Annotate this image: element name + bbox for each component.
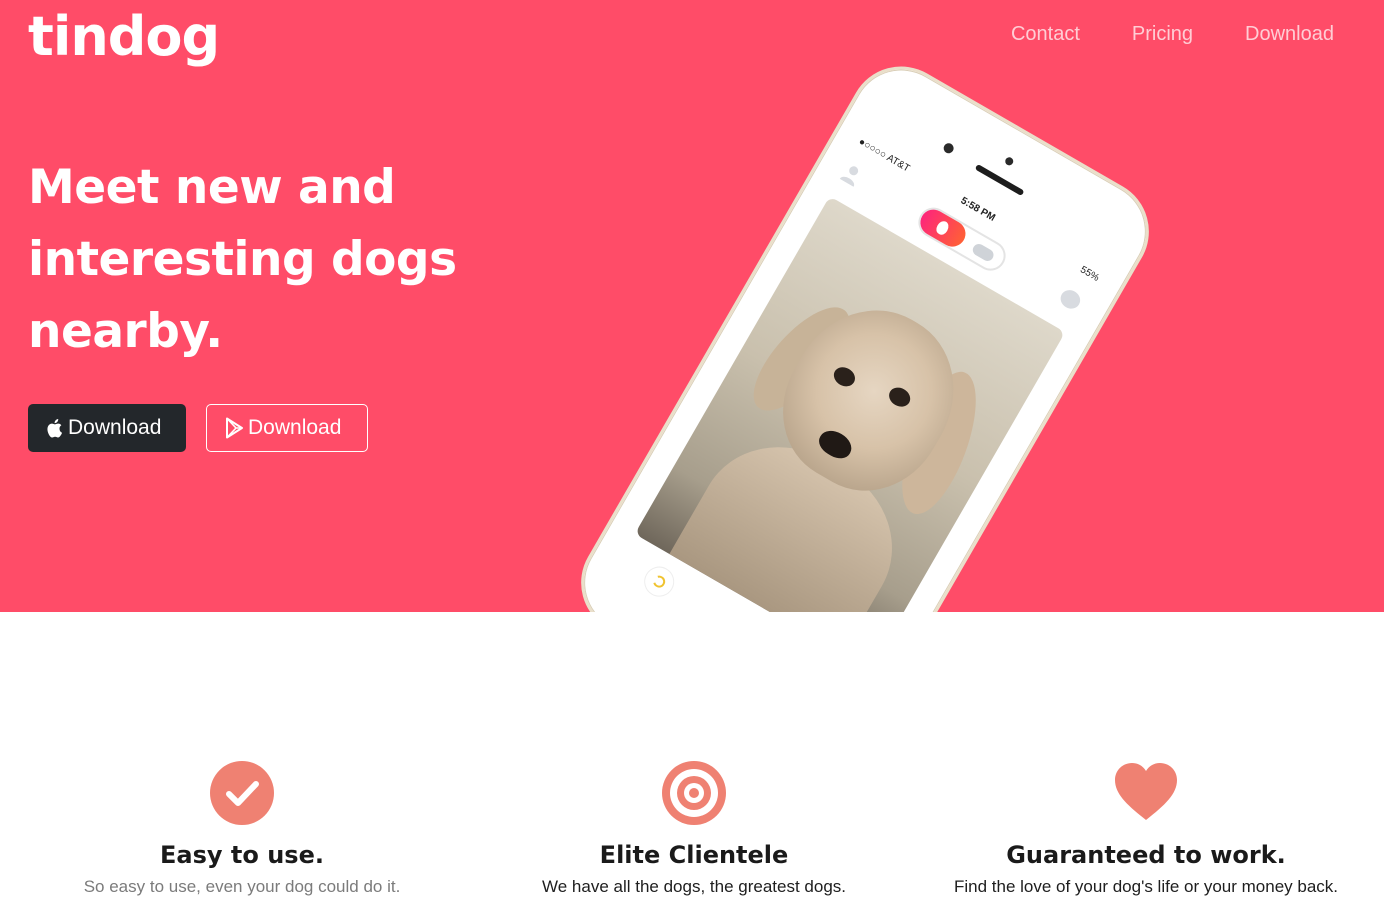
heart-icon [1113, 760, 1179, 826]
nav-link-pricing[interactable]: Pricing [1132, 22, 1193, 46]
nav-link-contact[interactable]: Contact [1011, 22, 1080, 46]
play-download-button[interactable]: Download [206, 404, 368, 452]
phone-speaker [974, 163, 1025, 197]
feature-text: So easy to use, even your dog could do i… [83, 877, 401, 896]
flame-icon [934, 219, 951, 237]
feature-title: Easy to use. [160, 841, 324, 869]
feature-text: We have all the dogs, the greatest dogs. [542, 877, 846, 896]
rewind-icon [650, 573, 668, 590]
hero-section: tindog Contact Pricing Download Meet new… [0, 0, 1384, 612]
hero-headline: Meet new and interesting dogs nearby. [28, 160, 457, 359]
feature-title: Elite Clientele [599, 841, 789, 869]
profile-icon [839, 166, 859, 187]
feature-text: Find the love of your dog's life or your… [953, 877, 1339, 896]
feature-easy-to-use: Easy to use. So easy to use, even your d… [16, 760, 468, 898]
chat-icon [1057, 286, 1084, 313]
feature-title: Guaranteed to work. [1006, 841, 1286, 869]
phone-screen: ●○○○○ AT&T 5:58 PM 55% [598, 127, 1111, 612]
apple-icon [44, 417, 66, 439]
bullseye-icon [661, 760, 727, 826]
top-nav: Contact Pricing Download [1011, 22, 1334, 46]
check-circle-icon [209, 760, 275, 826]
phone-sensor [1003, 155, 1015, 167]
play-download-label: Download [248, 416, 342, 439]
rewind-button [638, 561, 680, 603]
feature-elite-clientele: Elite Clientele We have all the dogs, th… [468, 760, 920, 898]
nav-link-download[interactable]: Download [1245, 22, 1334, 46]
google-play-icon [224, 417, 246, 439]
apple-download-label: Download [68, 416, 162, 439]
feature-guaranteed: Guaranteed to work. Find the love of you… [920, 760, 1372, 898]
phone-camera [941, 141, 956, 156]
brand-logo[interactable]: tindog [28, 2, 220, 72]
flame-toggle-on [915, 204, 971, 252]
group-icon [970, 241, 996, 264]
features-section: Easy to use. So easy to use, even your d… [0, 612, 1384, 906]
iphone-frame: ●○○○○ AT&T 5:58 PM 55% [562, 47, 1168, 612]
battery-text: 55% [1078, 264, 1102, 284]
apple-download-button[interactable]: Download [28, 404, 186, 452]
